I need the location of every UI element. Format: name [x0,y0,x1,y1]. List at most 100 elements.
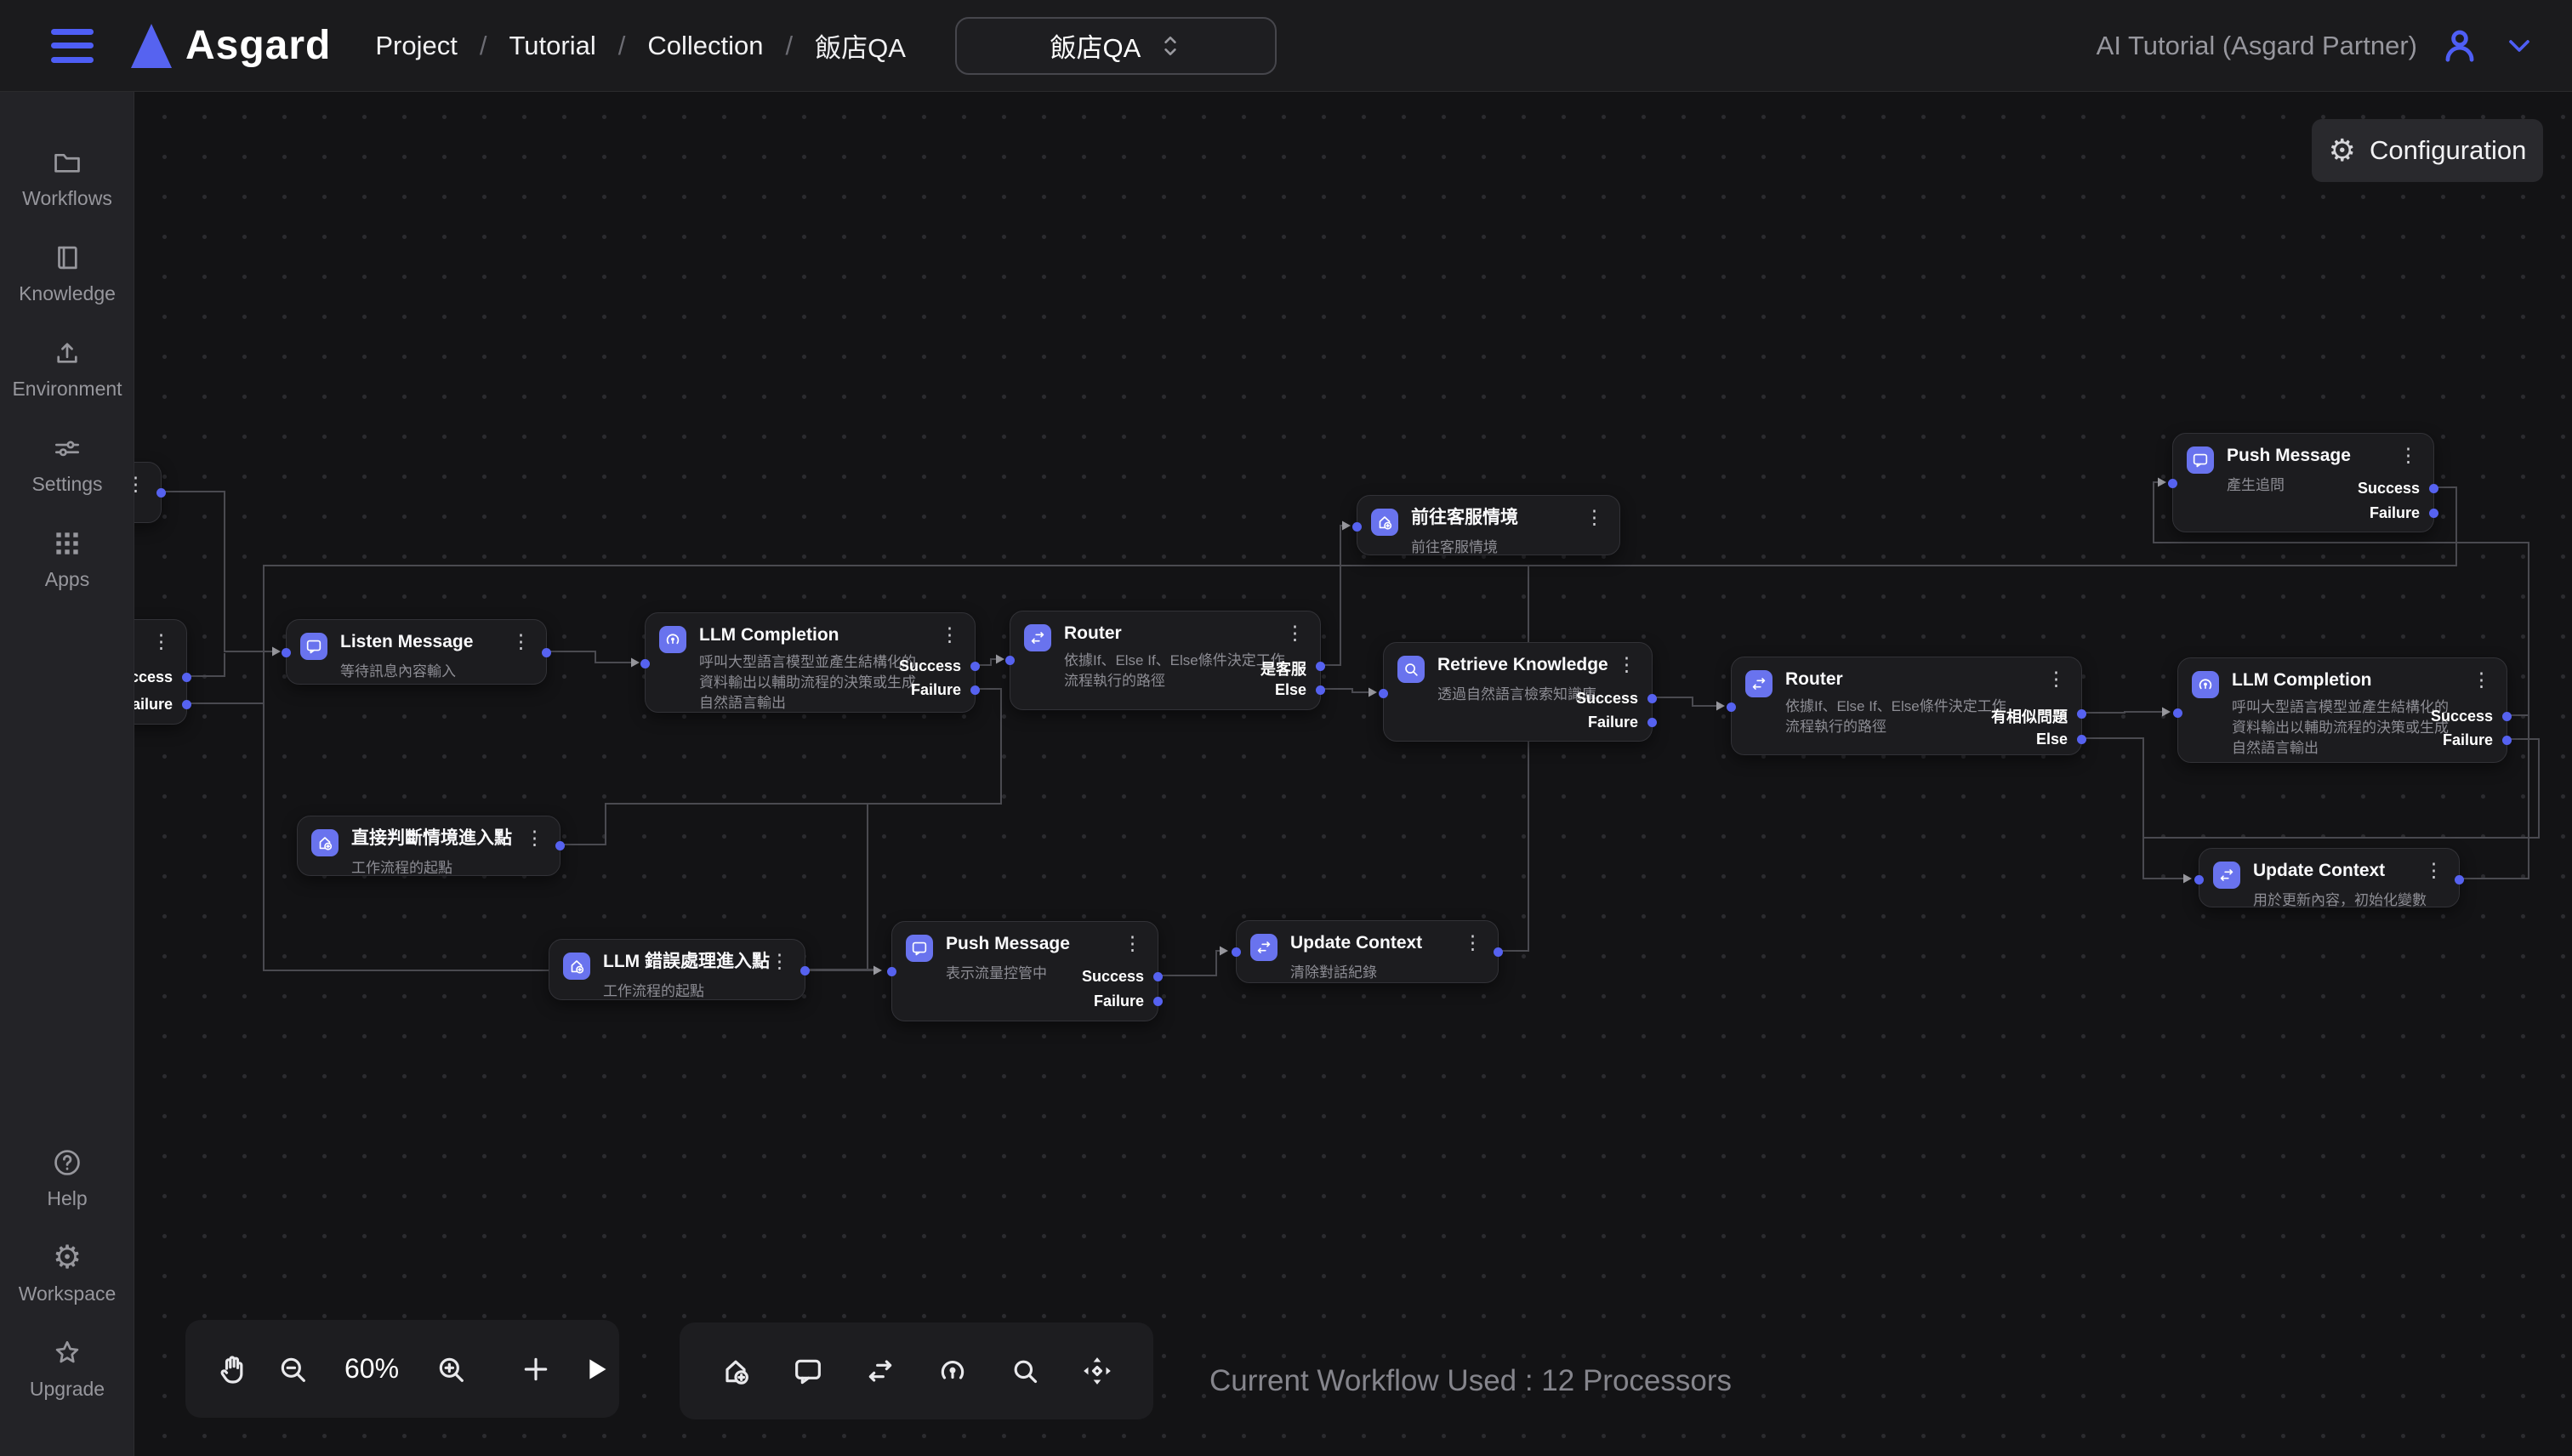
brand-title: Asgard [185,22,331,69]
kebab-menu-icon[interactable]: ⋮ [134,473,145,496]
output-port[interactable] [1647,718,1657,727]
output-port[interactable] [555,841,565,850]
message-node-button[interactable] [786,1349,830,1393]
output-label: Failure [911,681,961,699]
output-port[interactable] [156,488,166,498]
user-icon[interactable] [2438,24,2482,68]
move-tool-button[interactable] [1075,1349,1119,1393]
input-port[interactable] [2194,875,2204,884]
sidebar-item-settings[interactable]: Settings [0,432,134,496]
output-port[interactable] [2077,709,2086,719]
input-port[interactable] [887,967,896,976]
hamburger-menu-icon[interactable] [51,29,94,63]
breadcrumb-tutorial[interactable]: Tutorial [509,31,595,61]
pan-hand-button[interactable] [216,1347,250,1391]
sidebar-item-help[interactable]: Help [0,1146,134,1210]
router-node-button[interactable] [858,1349,902,1393]
add-scenario-button[interactable] [714,1349,758,1393]
kebab-menu-icon[interactable]: ⋮ [940,623,959,646]
node-update-context[interactable]: Update Context 清除對話紀錄 ⋮ [1236,920,1499,983]
node-title: Retrieve Knowledge [1437,654,1608,675]
node-description: 依據If、Else If、Else條件決定工作流程執行的路徑 [1064,651,1290,691]
input-port[interactable] [1005,656,1015,665]
node-partial-left[interactable]: ⋮ Success Failure [134,619,187,725]
workflow-selector-dropdown[interactable]: 飯店QA [955,17,1277,75]
zoom-in-button[interactable] [434,1347,468,1391]
input-port[interactable] [1727,702,1736,712]
breadcrumb-project[interactable]: Project [375,31,457,61]
kebab-menu-icon[interactable]: ⋮ [2424,859,2444,882]
kebab-menu-icon[interactable]: ⋮ [1123,932,1142,955]
input-port[interactable] [2168,479,2177,488]
output-port[interactable] [1494,947,1503,957]
output-port[interactable] [1647,694,1657,703]
kebab-menu-icon[interactable]: ⋮ [1617,653,1636,676]
node-goto-service-scenario[interactable]: 前往客服情境 前往客服情境 ⋮ [1357,495,1620,555]
add-node-button[interactable] [519,1347,553,1391]
input-port[interactable] [1232,947,1241,957]
kebab-menu-icon[interactable]: ⋮ [1285,622,1305,645]
node-listen-message[interactable]: Listen Message 等待訊息內容輸入 ⋮ [286,619,547,685]
output-port[interactable] [1316,685,1325,695]
node-push-message[interactable]: Push Message 產生追問 ⋮ Success Failure [2172,433,2434,532]
sidebar-item-workflows[interactable]: Workflows [0,146,134,210]
input-port[interactable] [2173,708,2182,718]
workflow-canvas[interactable]: ⋮ ⋮ Success Failure Listen Message 等待訊息內… [134,92,2572,1456]
input-port[interactable] [640,659,650,668]
node-llm-error-entry[interactable]: LLM 錯誤處理進入點 工作流程的起點 ⋮ [549,939,805,1000]
output-port[interactable] [1153,997,1163,1006]
search-node-button[interactable] [1003,1349,1047,1393]
kebab-menu-icon[interactable]: ⋮ [770,950,789,973]
output-port[interactable] [1153,972,1163,981]
node-router[interactable]: Router 依據If、Else If、Else條件決定工作流程執行的路徑 ⋮ … [1010,611,1321,710]
kebab-menu-icon[interactable]: ⋮ [151,630,171,653]
output-port[interactable] [182,700,191,709]
input-port[interactable] [1352,522,1362,532]
input-port[interactable] [282,648,291,657]
node-llm-completion[interactable]: LLM Completion 呼叫大型語言模型並產生結構化的資料輸出以輔助流程的… [645,612,976,713]
sidebar-item-knowledge[interactable]: Knowledge [0,242,134,305]
zoom-out-button[interactable] [276,1347,310,1391]
output-port[interactable] [542,648,551,657]
sidebar-item-apps[interactable]: Apps [0,527,134,591]
kebab-menu-icon[interactable]: ⋮ [1585,506,1604,529]
kebab-menu-icon[interactable]: ⋮ [2046,668,2066,691]
output-port[interactable] [2429,484,2438,493]
breadcrumb-collection[interactable]: Collection [647,31,763,61]
node-direct-scenario-entry[interactable]: 直接判斷情境進入點 工作流程的起點 ⋮ [297,816,560,876]
kebab-menu-icon[interactable]: ⋮ [2472,668,2491,691]
node-update-context[interactable]: Update Context 用於更新內容，初始化變數 ⋮ [2199,848,2460,907]
kebab-menu-icon[interactable]: ⋮ [1463,931,1482,954]
output-port[interactable] [800,966,810,975]
output-label: Success [1576,690,1638,708]
configuration-button[interactable]: ⚙ Configuration [2312,119,2543,182]
node-llm-completion[interactable]: LLM Completion 呼叫大型語言模型並產生結構化的資料輸出以輔助流程的… [2177,657,2507,763]
input-port[interactable] [1379,689,1388,698]
chevron-down-icon[interactable] [2502,29,2536,63]
output-port[interactable] [2502,736,2512,745]
llm-node-button[interactable] [930,1349,975,1393]
output-port[interactable] [970,685,980,695]
node-subtitle: 表示流量控管中 [946,961,1070,982]
output-port[interactable] [2455,875,2464,884]
kebab-menu-icon[interactable]: ⋮ [2398,444,2418,467]
sidebar-item-label: Upgrade [30,1378,105,1401]
sidebar-item-upgrade[interactable]: Upgrade [0,1337,134,1401]
output-port[interactable] [1316,662,1325,671]
breadcrumb-workflow[interactable]: 飯店QA [815,26,906,65]
node-router[interactable]: Router 依據If、Else If、Else條件決定工作流程執行的路徑 ⋮ … [1731,657,2082,755]
node-push-message[interactable]: Push Message 表示流量控管中 ⋮ Success Failure [891,921,1158,1021]
output-port[interactable] [182,673,191,682]
output-port[interactable] [2502,712,2512,721]
node-partial-top[interactable]: ⋮ [134,462,162,523]
sidebar-item-environment[interactable]: Environment [0,337,134,401]
sidebar-item-workspace[interactable]: ⚙ Workspace [0,1242,134,1305]
node-retrieve-knowledge[interactable]: Retrieve Knowledge 透過自然語言檢索知識庫 ⋮ Success… [1383,642,1653,742]
output-port[interactable] [2077,735,2086,744]
run-workflow-button[interactable] [578,1347,612,1391]
kebab-menu-icon[interactable]: ⋮ [525,827,544,850]
kebab-menu-icon[interactable]: ⋮ [511,630,531,653]
output-port[interactable] [970,662,980,671]
llm-icon [2192,671,2219,698]
output-port[interactable] [2429,509,2438,518]
